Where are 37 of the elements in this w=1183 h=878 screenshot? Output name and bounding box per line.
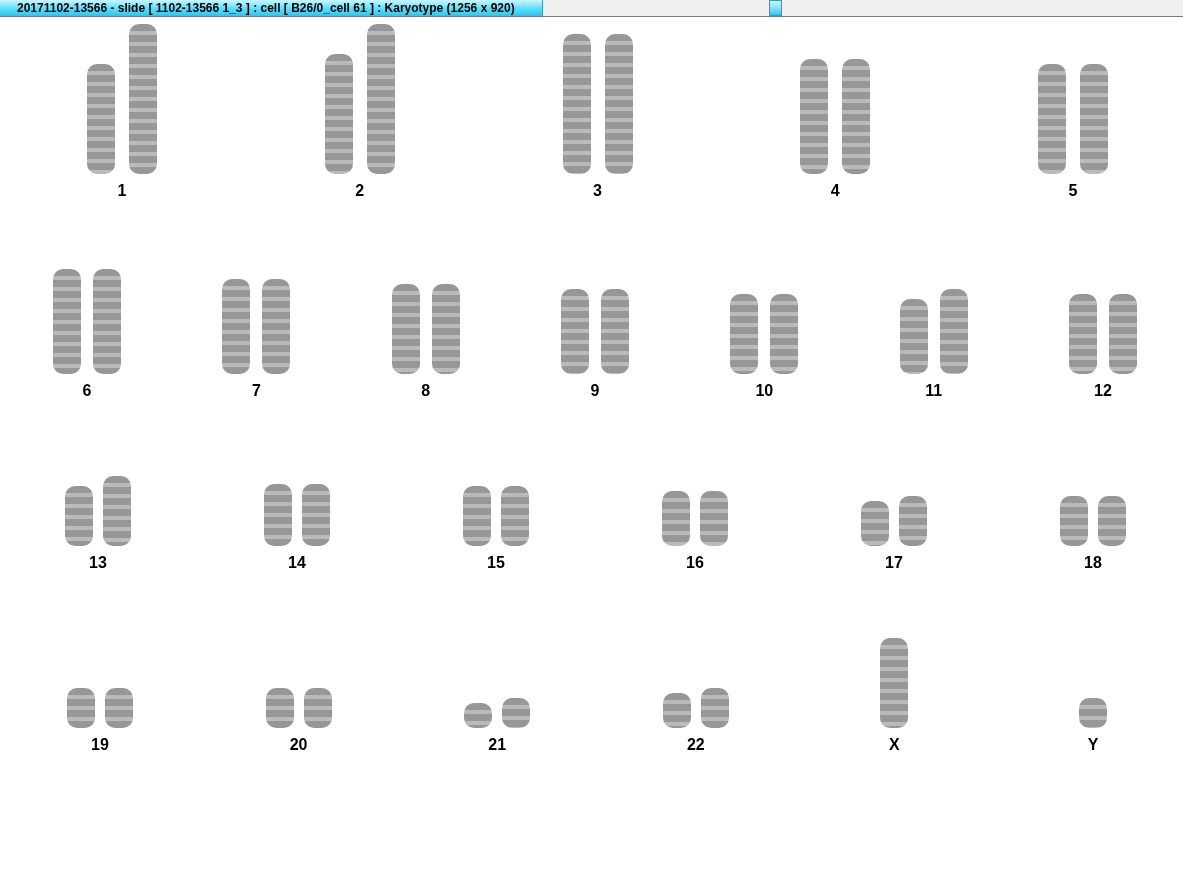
- chromosome-drawing: [861, 496, 927, 546]
- chromosome-label: 8: [421, 382, 431, 400]
- chromosome-drawing: [1078, 698, 1107, 728]
- chromosome-label: 11: [925, 382, 943, 400]
- chromosome-drawing: [464, 698, 531, 728]
- chromosome-drawing: [264, 484, 330, 546]
- chromosome-label: 1: [117, 182, 127, 200]
- window-title: 20171102-13566 - slide [ 1102-13566 1_3 ] : cell [ B26/0_cell 61 ] : Karyotype (1256 x 920): [0, 0, 543, 16]
- chromosome-drawing: [65, 476, 131, 546]
- chromosome-label: X: [889, 736, 900, 754]
- chromosome-label: 2: [355, 182, 365, 200]
- chromosome-label: 10: [755, 382, 774, 400]
- chromosome-label: 20: [289, 736, 308, 754]
- scrollbar-thumb[interactable]: [769, 0, 782, 16]
- chromosome-label: 13: [89, 554, 107, 572]
- chromosome-label: 4: [830, 182, 840, 200]
- chromosome-drawing: [265, 688, 332, 728]
- chromosome-label: 16: [686, 554, 704, 572]
- chromosome-label: 12: [1094, 382, 1112, 400]
- chromosome-label: 22: [686, 736, 705, 754]
- chromosome-label: 18: [1084, 554, 1102, 572]
- chromosome-label: 21: [488, 736, 507, 754]
- chromosome-label: 6: [82, 382, 92, 400]
- chromosome-label: 5: [1068, 182, 1078, 200]
- chromosome-label: 7: [251, 382, 261, 400]
- chromosome-drawing: [1060, 496, 1126, 546]
- chromosome-drawing: [662, 491, 728, 546]
- chromosome-label: 9: [590, 382, 600, 400]
- chromosome-label: 17: [885, 554, 903, 572]
- chromosome-label: 19: [91, 736, 109, 754]
- chromosome-label: 3: [593, 182, 602, 200]
- chromosome-drawing: [463, 486, 529, 546]
- chromosome-label: 15: [487, 554, 505, 572]
- chromosome-drawing: [662, 688, 729, 728]
- chromosome-drawing: [67, 688, 133, 728]
- chromosome-label: Y: [1087, 736, 1099, 754]
- chromosome-label: 14: [288, 554, 306, 572]
